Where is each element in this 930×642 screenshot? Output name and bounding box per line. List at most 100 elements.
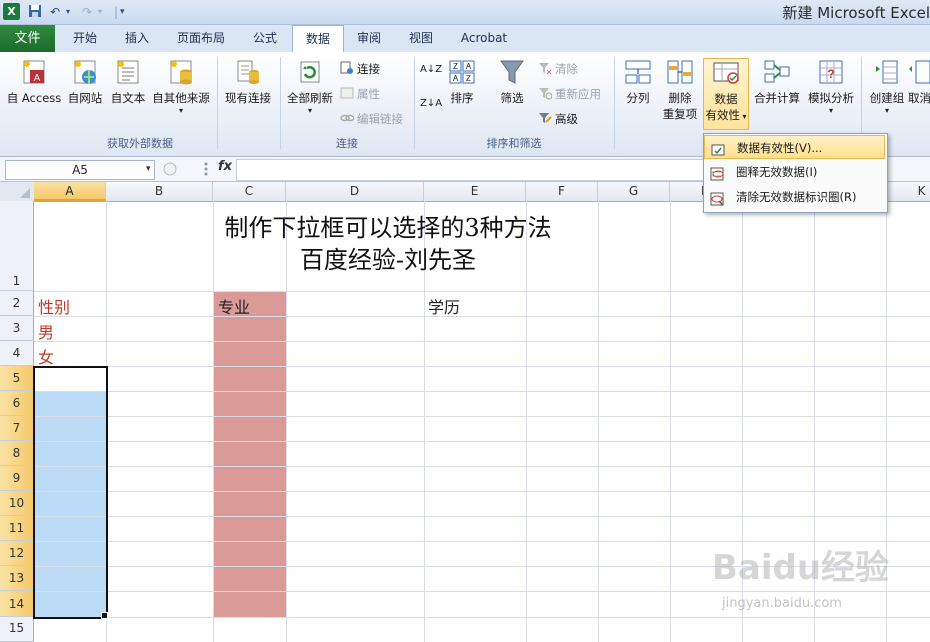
- row-header-13[interactable]: 13: [0, 566, 34, 591]
- remove-duplicates-label-2: 重复项: [662, 107, 698, 121]
- row-header-5[interactable]: 5: [0, 366, 34, 391]
- tab-acrobat[interactable]: Acrobat: [452, 25, 516, 52]
- cell-a2[interactable]: 性别: [38, 294, 70, 318]
- text-to-columns-icon: [624, 58, 652, 86]
- tab-data[interactable]: 数据: [292, 25, 344, 53]
- name-box-dropdown-icon[interactable]: ▾: [146, 160, 151, 178]
- existing-connections-button[interactable]: 现有连接: [220, 58, 276, 106]
- sort-button[interactable]: ZAAZ 排序: [444, 58, 480, 106]
- insert-function-icon[interactable]: fx: [218, 159, 232, 174]
- from-text-label: 自文本: [110, 91, 146, 105]
- tab-formulas[interactable]: 公式: [240, 25, 290, 52]
- row-header-6[interactable]: 6: [0, 391, 34, 416]
- column-header-d[interactable]: D: [286, 182, 424, 201]
- tab-insert[interactable]: 插入: [112, 25, 162, 52]
- sheet-title-line-2: 百度经验-刘先圣: [299, 246, 477, 274]
- column-header-k[interactable]: K: [886, 182, 930, 201]
- column-header-b[interactable]: B: [106, 182, 213, 201]
- tab-page-layout[interactable]: 页面布局: [166, 25, 236, 52]
- properties-button[interactable]: 属性: [340, 85, 380, 103]
- validation-icon: [711, 141, 725, 156]
- gridline: [34, 341, 930, 342]
- undo-icon[interactable]: ↶: [50, 4, 60, 20]
- svg-text:A: A: [34, 73, 41, 84]
- group-button[interactable]: 创建组 ▾: [864, 58, 910, 116]
- from-access-button[interactable]: A 自 Access: [4, 58, 64, 106]
- access-icon: A: [20, 58, 48, 86]
- from-web-button[interactable]: 自网站: [63, 58, 107, 106]
- cell-c2[interactable]: 专业: [218, 294, 250, 318]
- row-header-7[interactable]: 7: [0, 416, 34, 441]
- tab-review[interactable]: 审阅: [344, 25, 394, 52]
- menu-item-data-validation[interactable]: 数据有效性(V)...: [704, 135, 885, 159]
- data-validation-label-1: 数据: [714, 92, 738, 106]
- redo-icon[interactable]: ↷: [82, 4, 92, 20]
- undo-dropdown-icon[interactable]: ▾: [66, 4, 70, 20]
- text-to-columns-button[interactable]: 分列: [618, 58, 658, 106]
- filter-label: 筛选: [500, 91, 524, 105]
- redo-dropdown-icon[interactable]: ▾: [98, 4, 102, 20]
- data-validation-button[interactable]: 数据 有效性 ▾: [703, 58, 749, 130]
- consolidate-icon: [763, 58, 791, 86]
- refresh-icon: [296, 58, 324, 86]
- row-header-8[interactable]: 8: [0, 441, 34, 466]
- row-header-3[interactable]: 3: [0, 316, 34, 341]
- excel-app-icon[interactable]: X: [3, 3, 20, 20]
- svg-text:Z: Z: [466, 74, 471, 83]
- menu-item-circle-invalid-data[interactable]: 圈释无效数据(I): [704, 160, 885, 184]
- svg-text:A: A: [453, 74, 459, 83]
- sort-z-to-a-button[interactable]: Z↓A: [420, 98, 442, 116]
- customize-qat-icon[interactable]: ▾: [120, 4, 125, 20]
- row-header-4[interactable]: 4: [0, 341, 34, 366]
- row-header-14[interactable]: 14: [0, 591, 34, 617]
- what-if-analysis-button[interactable]: ? 模拟分析 ▾: [804, 58, 858, 116]
- column-header-a[interactable]: A: [34, 182, 106, 201]
- name-box[interactable]: A5: [5, 160, 155, 180]
- ungroup-button[interactable]: 取消: [908, 58, 930, 106]
- refresh-all-button[interactable]: 全部刷新 ▾: [283, 58, 337, 116]
- sort-az-icon: A↓Z: [420, 64, 443, 75]
- existing-connections-label: 现有连接: [225, 91, 271, 105]
- advanced-filter-button[interactable]: 高级: [538, 110, 578, 128]
- formula-bar-resize-handle[interactable]: [161, 160, 211, 178]
- row-header-15[interactable]: 15: [0, 617, 34, 642]
- row-header-10[interactable]: 10: [0, 491, 34, 516]
- cell-a3[interactable]: 男: [38, 319, 54, 343]
- cell-a4[interactable]: 女: [38, 344, 54, 368]
- column-header-g[interactable]: G: [598, 182, 670, 201]
- chevron-down-icon: ▾: [307, 106, 312, 115]
- cell-e2[interactable]: 学历: [428, 294, 460, 318]
- row-header-1[interactable]: 1: [0, 201, 34, 291]
- reapply-button[interactable]: 重新应用: [538, 85, 601, 103]
- gridline: [34, 391, 930, 392]
- column-header-c[interactable]: C: [213, 182, 286, 201]
- clear-button[interactable]: 清除: [538, 60, 578, 78]
- row-header-12[interactable]: 12: [0, 541, 34, 566]
- select-all-corner[interactable]: [0, 182, 35, 201]
- from-other-sources-label: 自其他来源: [152, 91, 210, 105]
- save-icon[interactable]: [28, 4, 42, 20]
- formula-input[interactable]: [236, 159, 708, 181]
- row-header-9[interactable]: 9: [0, 466, 34, 491]
- existing-connections-icon: [234, 58, 262, 86]
- from-other-sources-button[interactable]: 自其他来源 ▾: [149, 58, 213, 116]
- sheet-title[interactable]: 制作下拉框可以选择的3种方法 百度经验-刘先圣: [34, 212, 742, 276]
- sort-a-to-z-button[interactable]: A↓Z: [420, 64, 443, 82]
- from-text-button[interactable]: 自文本: [106, 58, 150, 106]
- filter-button[interactable]: 筛选: [494, 58, 530, 106]
- tab-home[interactable]: 开始: [60, 25, 110, 52]
- separator: [614, 57, 615, 149]
- tab-view[interactable]: 视图: [396, 25, 446, 52]
- remove-duplicates-button[interactable]: 删除 重复项: [658, 58, 702, 122]
- edit-links-button[interactable]: 编辑链接: [340, 110, 403, 128]
- fill-handle[interactable]: [101, 612, 108, 619]
- connections-label: 连接: [357, 62, 380, 76]
- column-header-e[interactable]: E: [424, 182, 526, 201]
- column-header-f[interactable]: F: [526, 182, 598, 201]
- menu-item-clear-validation-circles[interactable]: 清除无效数据标识圈(R): [704, 185, 885, 209]
- row-header-2[interactable]: 2: [0, 291, 34, 316]
- row-header-11[interactable]: 11: [0, 516, 34, 541]
- tab-file[interactable]: 文件: [0, 25, 55, 52]
- connections-button[interactable]: 连接: [340, 60, 380, 78]
- consolidate-button[interactable]: 合并计算: [751, 58, 803, 106]
